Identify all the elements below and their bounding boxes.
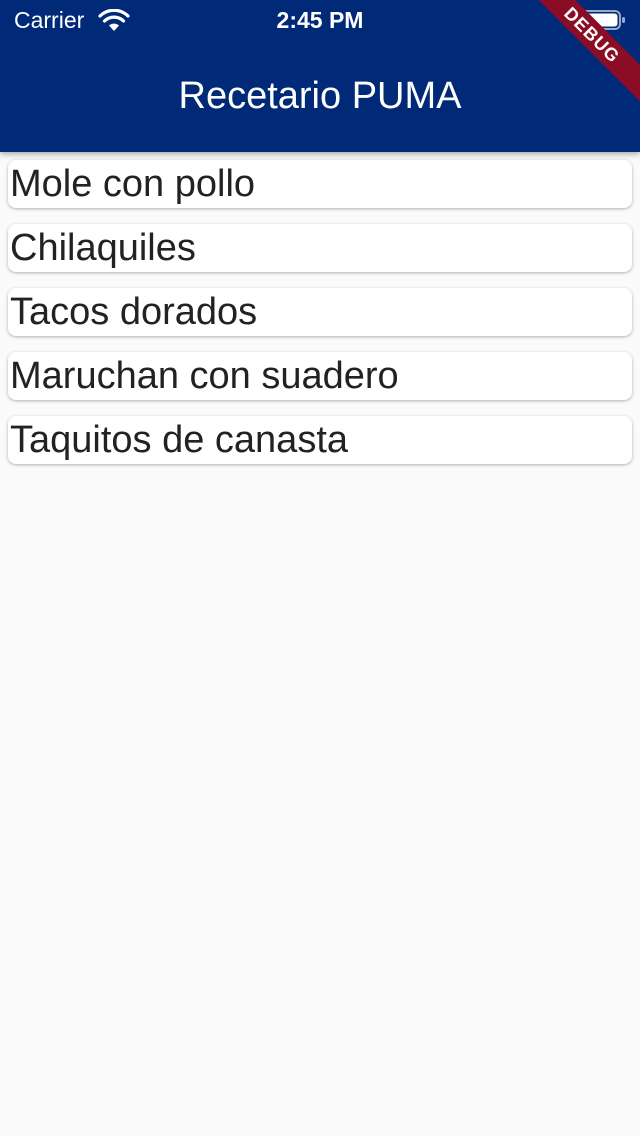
- recipe-card-label: Maruchan con suadero: [10, 355, 399, 397]
- recipe-card-tacos-dorados[interactable]: Tacos dorados: [8, 288, 632, 336]
- recipe-card-label: Chilaquiles: [10, 227, 196, 269]
- recipe-card-taquitos-de-canasta[interactable]: Taquitos de canasta: [8, 416, 632, 464]
- recipe-card-label: Tacos dorados: [10, 291, 258, 333]
- page-title: Recetario PUMA: [178, 75, 462, 117]
- recipe-card-chilaquiles[interactable]: Chilaquiles: [8, 224, 632, 272]
- recipe-card-label: Mole con pollo: [10, 163, 256, 205]
- app-bar: Carrier 2:45 PM Recetario PUMA DEBUG: [0, 0, 640, 152]
- status-time: 2:45 PM: [276, 7, 364, 33]
- recipe-card-label: Taquitos de canasta: [10, 419, 349, 461]
- recipe-card-maruchan-con-suadero[interactable]: Maruchan con suadero: [8, 352, 632, 400]
- recipe-card-mole-con-pollo[interactable]: Mole con pollo: [8, 160, 632, 208]
